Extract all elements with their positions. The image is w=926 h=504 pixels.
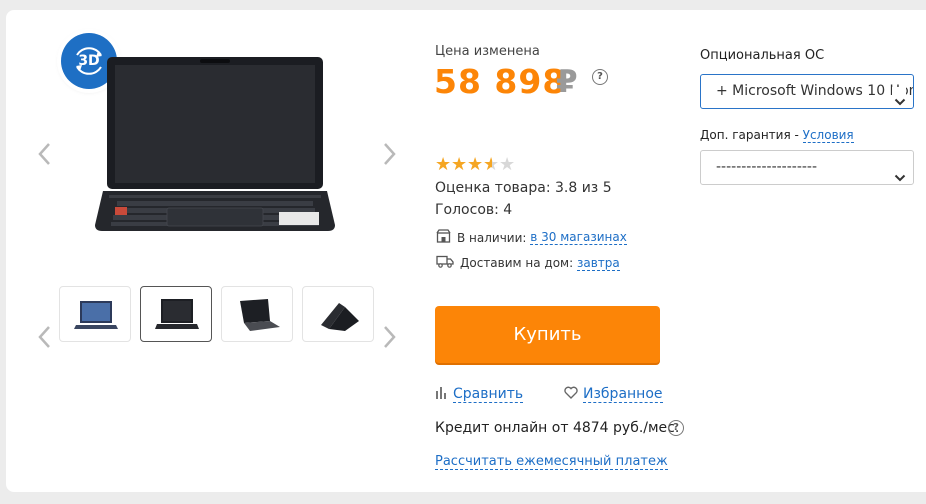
- calc-payment-link[interactable]: Рассчитать ежемесячный платеж: [435, 454, 668, 470]
- thumbnail-2[interactable]: [140, 286, 212, 342]
- currency-symbol: ₽: [556, 64, 578, 100]
- rating-votes: Голосов: 4: [435, 202, 513, 218]
- credit-help-icon[interactable]: ?: [668, 420, 684, 436]
- star-icon: ★: [435, 154, 452, 175]
- rating-score: Оценка товара: 3.8 из 5: [435, 180, 612, 196]
- os-select[interactable]: + Microsoft Windows 10 Home: [700, 74, 914, 109]
- price-help-icon[interactable]: ?: [592, 69, 608, 85]
- stock-prefix: В наличии:: [457, 230, 527, 245]
- compare-link[interactable]: Сравнить: [453, 386, 524, 403]
- heart-icon: [564, 386, 578, 403]
- stock-line: В наличии: в 30 магазинах: [436, 229, 627, 246]
- star-half-icon: ★: [483, 154, 500, 175]
- laptop-image: [95, 57, 335, 231]
- warranty-label: Доп. гарантия - Условия: [700, 128, 854, 143]
- compare-action[interactable]: Сравнить: [435, 386, 524, 403]
- delivery-prefix: Доставим на дом:: [460, 256, 574, 270]
- truck-icon: [436, 255, 454, 271]
- price-changed-label: Цена изменена: [435, 44, 540, 59]
- thumbnail-3[interactable]: [221, 286, 293, 342]
- star-icon: ★: [499, 154, 516, 175]
- gallery-next-arrow[interactable]: [381, 141, 399, 167]
- rating-stars: ★ ★ ★ ★ ★: [435, 156, 515, 174]
- calc-payment-link-wrap: Рассчитать ежемесячный платеж: [435, 454, 668, 470]
- thumbs-prev-arrow[interactable]: [35, 324, 53, 350]
- star-icon: ★: [467, 154, 484, 175]
- os-select-value: + Microsoft Windows 10 Home: [716, 83, 914, 99]
- buy-button[interactable]: Купить: [435, 306, 660, 363]
- delivery-line: Доставим на дом: завтра: [436, 255, 620, 271]
- chevron-down-icon: [892, 87, 906, 108]
- star-icon: ★: [451, 154, 468, 175]
- warranty-select[interactable]: --------------------: [700, 150, 914, 185]
- favorite-action[interactable]: Избранное: [564, 386, 663, 403]
- price-value: 58 898: [434, 62, 567, 101]
- thumbs-next-arrow[interactable]: [381, 324, 399, 350]
- chevron-down-icon: [894, 163, 906, 184]
- favorite-link[interactable]: Избранное: [583, 386, 663, 403]
- store-icon: [436, 229, 451, 246]
- stock-stores-link[interactable]: в 30 магазинах: [530, 230, 627, 245]
- delivery-date-link[interactable]: завтра: [576, 256, 620, 271]
- product-main-image[interactable]: [95, 57, 340, 241]
- gallery-prev-arrow[interactable]: [35, 141, 53, 167]
- compare-icon: [435, 386, 447, 403]
- credit-text: Кредит онлайн от 4874 руб./мес.: [435, 420, 680, 436]
- thumbnail-1[interactable]: [59, 286, 131, 342]
- warranty-label-text: Доп. гарантия -: [700, 128, 803, 142]
- os-label: Опциональная ОС: [700, 48, 825, 63]
- thumbnail-4[interactable]: [302, 286, 374, 342]
- warranty-select-value: --------------------: [716, 159, 818, 175]
- warranty-terms-link[interactable]: Условия: [802, 128, 854, 143]
